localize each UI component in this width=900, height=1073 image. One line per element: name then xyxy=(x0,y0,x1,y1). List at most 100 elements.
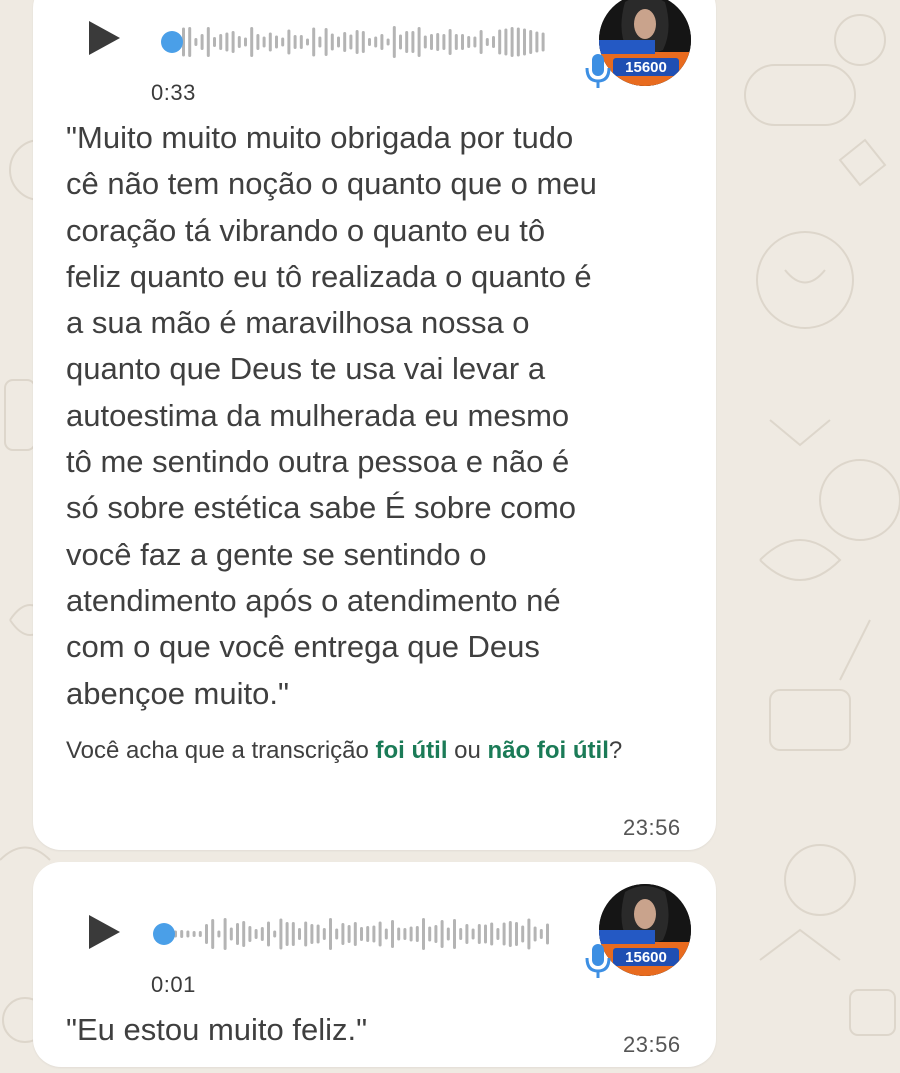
waveform-bar xyxy=(355,30,359,54)
waveform-bar xyxy=(467,36,471,48)
message-timestamp: 23:56 xyxy=(623,1032,681,1057)
waveform-bar xyxy=(411,31,415,53)
waveform-bar xyxy=(180,930,184,938)
waveform-bar xyxy=(267,921,270,947)
transcription-text: "Muito muito muito obrigada por tudo cê … xyxy=(66,120,597,711)
waveform-bar xyxy=(529,30,533,54)
waveform-bar xyxy=(465,924,469,944)
waveform-bar xyxy=(521,925,525,943)
waveform-bar xyxy=(442,34,446,50)
waveform-bar xyxy=(273,930,277,938)
waveform-bar xyxy=(392,26,396,58)
voice-message-bubble: 0:01 15600 "Eu estou muito feliz." 23:56 xyxy=(33,862,716,1067)
waveform-bar xyxy=(186,930,190,938)
waveform-bar xyxy=(219,34,223,50)
waveform-bar xyxy=(409,926,413,942)
waveform-bar xyxy=(471,928,475,940)
waveform-bar xyxy=(479,30,483,54)
waveform-bar xyxy=(461,34,464,50)
transcription-feedback: Você acha que a transcrição foi útil ou … xyxy=(66,732,686,769)
sender-avatar[interactable]: 15600 xyxy=(599,0,691,86)
waveform-bar xyxy=(428,926,432,942)
waveform-bar xyxy=(316,924,320,944)
waveform-bar xyxy=(206,27,210,57)
waveform-bar xyxy=(391,920,394,948)
waveform-bar xyxy=(256,34,260,50)
waveform-bar xyxy=(360,927,363,941)
waveform-bar xyxy=(502,922,506,946)
waveform-bar xyxy=(279,918,283,950)
waveform-bar xyxy=(485,38,489,46)
waveform-bar xyxy=(454,34,458,50)
waveform-bar xyxy=(535,31,539,53)
waveform-bar xyxy=(299,35,303,49)
waveform-bar xyxy=(250,27,254,57)
waveform-bar xyxy=(533,926,537,942)
playback-position-handle[interactable] xyxy=(153,923,175,945)
feedback-useful-link[interactable]: foi útil xyxy=(376,737,448,764)
waveform-bar xyxy=(434,925,438,943)
play-icon[interactable] xyxy=(83,18,123,58)
waveform-bar xyxy=(312,27,316,57)
waveform-bar xyxy=(430,34,433,50)
microphone-icon xyxy=(585,52,611,90)
waveform-bar xyxy=(229,927,233,941)
waveform-bar xyxy=(343,32,347,52)
waveform-bar xyxy=(306,38,309,46)
waveform-bar xyxy=(417,27,421,57)
voice-message-bubble: 0:33 15600 "Muito muito muito obrigada p… xyxy=(33,0,716,850)
waveform-bar xyxy=(539,929,543,939)
waveform-bar xyxy=(541,32,545,52)
feedback-question: Você acha que a transcrição xyxy=(66,737,376,764)
waveform-bar xyxy=(508,921,512,947)
waveform-bar xyxy=(384,928,388,940)
waveform-bar xyxy=(287,29,291,55)
waveform-bar xyxy=(484,924,487,944)
waveform-bar xyxy=(341,923,345,945)
waveform-bar xyxy=(268,32,272,52)
waveform-bar xyxy=(192,931,196,937)
waveform-bar xyxy=(254,929,258,939)
feedback-or-text: ou xyxy=(447,737,488,764)
waveform-bar xyxy=(374,36,378,48)
waveform-bar xyxy=(405,31,409,53)
waveform-bar xyxy=(347,925,351,943)
audio-duration: 0:01 xyxy=(151,972,196,997)
waveform-bar xyxy=(217,930,221,938)
waveform-bar xyxy=(236,923,239,945)
waveform-bar xyxy=(459,928,463,940)
waveform-bar xyxy=(324,28,328,56)
waveform-bar xyxy=(473,36,477,48)
waveform-bar xyxy=(248,926,252,942)
waveform-bar xyxy=(372,925,376,943)
microphone-icon xyxy=(585,942,611,980)
feedback-not-useful-link[interactable]: não foi útil xyxy=(488,737,609,764)
avatar-badge: 15600 xyxy=(625,59,667,76)
waveform-bar xyxy=(492,36,495,48)
waveform-bar xyxy=(337,36,340,48)
audio-waveform[interactable] xyxy=(158,22,558,62)
transcription-text: "Eu estou muito feliz." xyxy=(66,1012,368,1047)
waveform-bar xyxy=(200,34,204,50)
waveform-bar xyxy=(237,36,241,48)
waveform-bar xyxy=(335,928,339,940)
waveform-bar xyxy=(446,927,450,941)
playback-position-handle[interactable] xyxy=(161,31,183,53)
waveform-bar xyxy=(223,918,227,950)
waveform-bar xyxy=(304,921,308,947)
play-icon[interactable] xyxy=(83,912,123,952)
audio-duration: 0:33 xyxy=(151,80,196,105)
waveform-bar xyxy=(213,37,216,47)
waveform-bar xyxy=(244,37,247,47)
waveform-bar xyxy=(242,921,246,947)
waveform-bar xyxy=(231,31,235,53)
waveform-bar xyxy=(285,922,289,946)
audio-waveform[interactable] xyxy=(150,914,560,954)
waveform-bar xyxy=(453,919,456,949)
waveform-bar xyxy=(298,928,301,940)
waveform-bar xyxy=(490,922,494,946)
waveform-bar xyxy=(448,29,452,55)
waveform-bar xyxy=(415,926,419,942)
waveform-bar xyxy=(399,34,402,50)
sender-avatar[interactable]: 15600 xyxy=(599,884,691,976)
